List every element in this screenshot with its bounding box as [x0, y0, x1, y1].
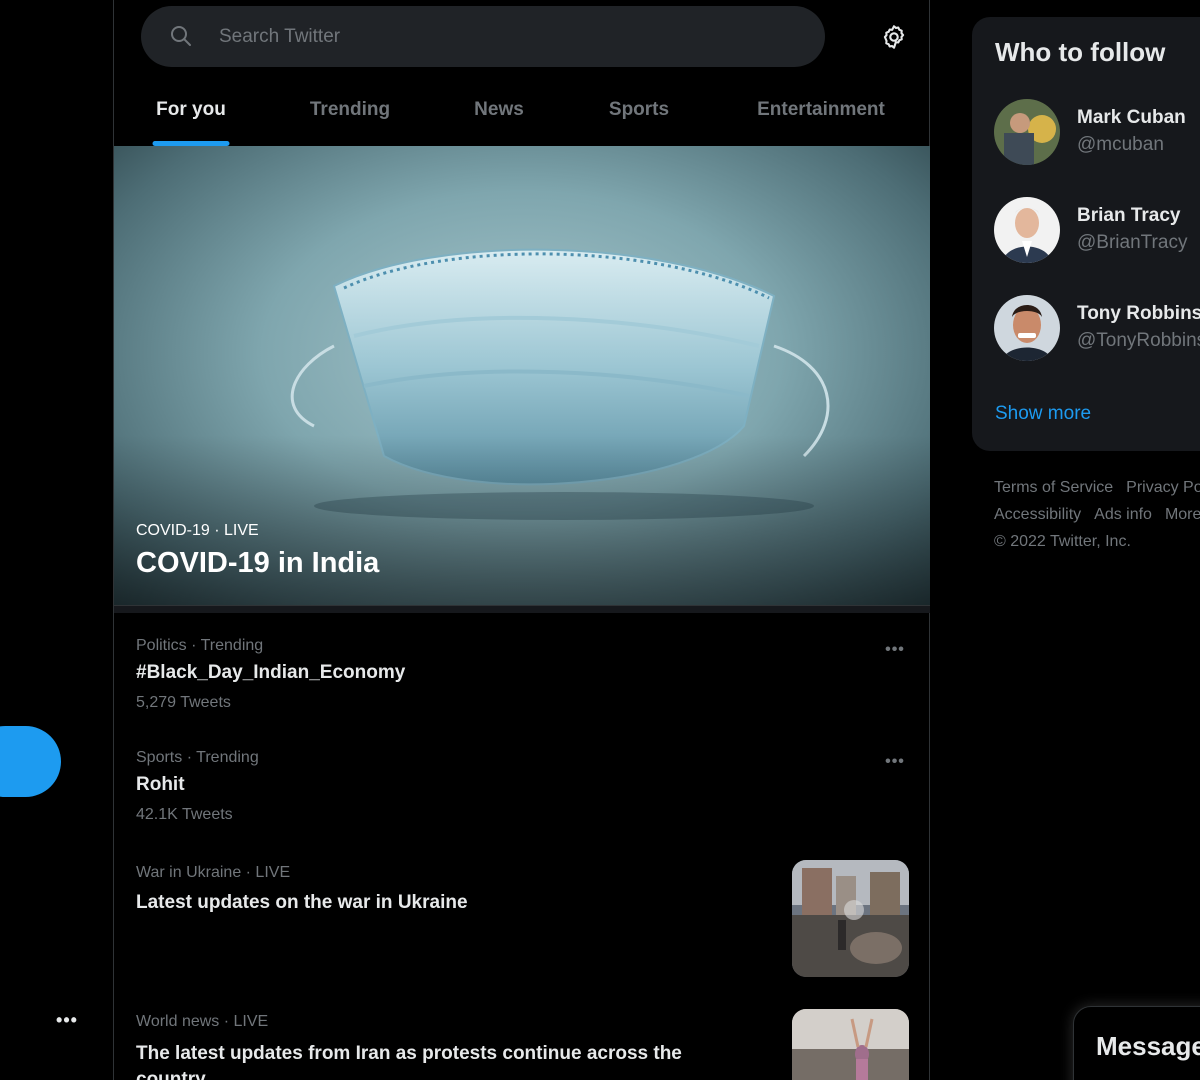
trend-count: 5,279 Tweets — [136, 694, 231, 711]
news-thumbnail — [792, 1009, 909, 1080]
tweet-button[interactable] — [0, 726, 61, 797]
hero-title: COVID-19 in India — [136, 547, 380, 579]
footer-link[interactable]: Terms of Service — [994, 479, 1113, 496]
trend-item[interactable]: Sports · Trending Rohit 42.1K Tweets ••• — [114, 739, 930, 839]
section-divider — [114, 605, 930, 613]
follow-suggestion[interactable]: Brian Tracy @BrianTracy — [972, 197, 1200, 295]
trend-title: Latest updates on the war in Ukraine — [136, 892, 468, 913]
person-name: Brian Tracy — [1077, 205, 1181, 226]
explore-tabs: For you Trending News Sports Entertainme… — [114, 74, 930, 146]
tab-sports[interactable]: Sports — [566, 74, 712, 146]
footer-link[interactable]: Ads info — [1094, 506, 1152, 523]
more-dots-icon[interactable]: ••• — [880, 751, 910, 773]
tab-news[interactable]: News — [432, 74, 566, 146]
footer-links: Terms of Service Privacy Policy Accessibi… — [994, 474, 1200, 555]
avatar[interactable] — [994, 99, 1060, 165]
search-icon — [171, 26, 191, 46]
trend-meta: Politics · Trending — [136, 637, 264, 654]
messages-label: Messages — [1096, 1031, 1200, 1061]
more-dots-icon[interactable]: ••• — [55, 1008, 79, 1032]
trend-item[interactable]: Politics · Trending #Black_Day_Indian_Ec… — [114, 627, 930, 727]
tab-trending[interactable]: Trending — [268, 74, 432, 146]
tab-label: Sports — [608, 99, 670, 120]
trend-meta: World news · LIVE — [136, 1013, 269, 1030]
tab-for-you[interactable]: For you — [114, 74, 268, 146]
person-name: Tony Robbins — [1077, 303, 1200, 324]
tab-label: Trending — [309, 99, 391, 120]
trend-title: Rohit — [136, 774, 185, 795]
news-thumbnail — [792, 860, 909, 977]
ukraine-image — [792, 860, 909, 977]
search-row — [114, 0, 930, 74]
trend-meta: War in Ukraine · LIVE — [136, 864, 291, 881]
footer-link[interactable]: More — [1165, 506, 1200, 523]
hero-event-card[interactable]: COVID-19 · LIVE COVID-19 in India — [114, 146, 930, 605]
copyright: © 2022 Twitter, Inc. — [994, 533, 1131, 550]
person-handle: @TonyRobbins — [1077, 330, 1200, 351]
show-more-link[interactable]: Show more — [995, 403, 1091, 425]
avatar[interactable] — [994, 295, 1060, 361]
news-item[interactable]: World news · LIVE The latest updates fro… — [114, 1003, 930, 1080]
footer-link[interactable]: Privacy Policy — [1126, 479, 1200, 496]
trend-title: #Black_Day_Indian_Economy — [136, 662, 406, 683]
who-to-follow-title: Who to follow — [995, 37, 1166, 67]
person-handle: @BrianTracy — [1077, 232, 1188, 253]
search-box[interactable] — [141, 6, 825, 67]
follow-suggestion[interactable]: Mark Cuban @mcuban — [972, 99, 1200, 197]
news-item[interactable]: War in Ukraine · LIVE Latest updates on … — [114, 854, 930, 994]
tab-label: Entertainment — [757, 99, 885, 120]
avatar[interactable] — [994, 197, 1060, 263]
trend-count: 42.1K Tweets — [136, 806, 233, 823]
tab-label: For you — [156, 99, 226, 120]
tab-entertainment[interactable]: Entertainment — [712, 74, 930, 146]
follow-suggestion[interactable]: Tony Robbins @TonyRobbins — [972, 295, 1200, 393]
left-rail: ••• — [0, 0, 113, 1080]
trend-meta: Sports · Trending — [136, 749, 259, 766]
footer-link[interactable]: Accessibility — [994, 506, 1081, 523]
more-dots-icon[interactable]: ••• — [880, 639, 910, 661]
person-name: Mark Cuban — [1077, 107, 1186, 128]
messages-drawer[interactable]: Messages — [1073, 1006, 1200, 1080]
search-input[interactable] — [219, 6, 809, 67]
trend-title: The latest updates from Iran as protests… — [136, 1043, 682, 1080]
person-handle: @mcuban — [1077, 134, 1164, 155]
hero-kicker: COVID-19 · LIVE — [136, 522, 259, 539]
explore-column: For you Trending News Sports Entertainme… — [113, 0, 930, 1080]
tab-label: News — [474, 99, 524, 120]
settings-gear-icon[interactable] — [880, 23, 908, 51]
who-to-follow-card: Who to follow Mark Cuban @mcuban Brian T… — [972, 17, 1200, 451]
iran-protest-image — [792, 1009, 909, 1080]
